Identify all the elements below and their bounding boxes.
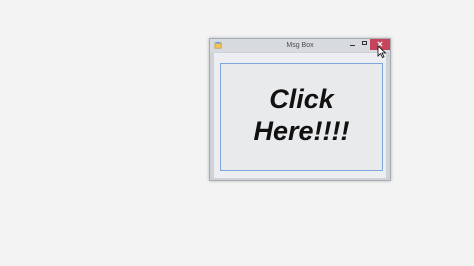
maximize-button[interactable] [359,39,370,50]
maximize-icon [362,41,367,45]
window-client-area: Click Here!!!! [214,53,386,178]
msg-box-window: Msg Box ✕ Click Here!!!! [209,38,391,181]
minimize-icon [350,45,355,46]
title-bar[interactable]: Msg Box ✕ [210,39,390,52]
minimize-button[interactable] [347,39,357,50]
click-here-button[interactable]: Click Here!!!! [220,63,383,171]
mouse-cursor-icon [377,45,387,58]
click-here-button-label: Click Here!!!! [253,84,350,146]
desktop: Msg Box ✕ Click Here!!!! [0,0,474,266]
